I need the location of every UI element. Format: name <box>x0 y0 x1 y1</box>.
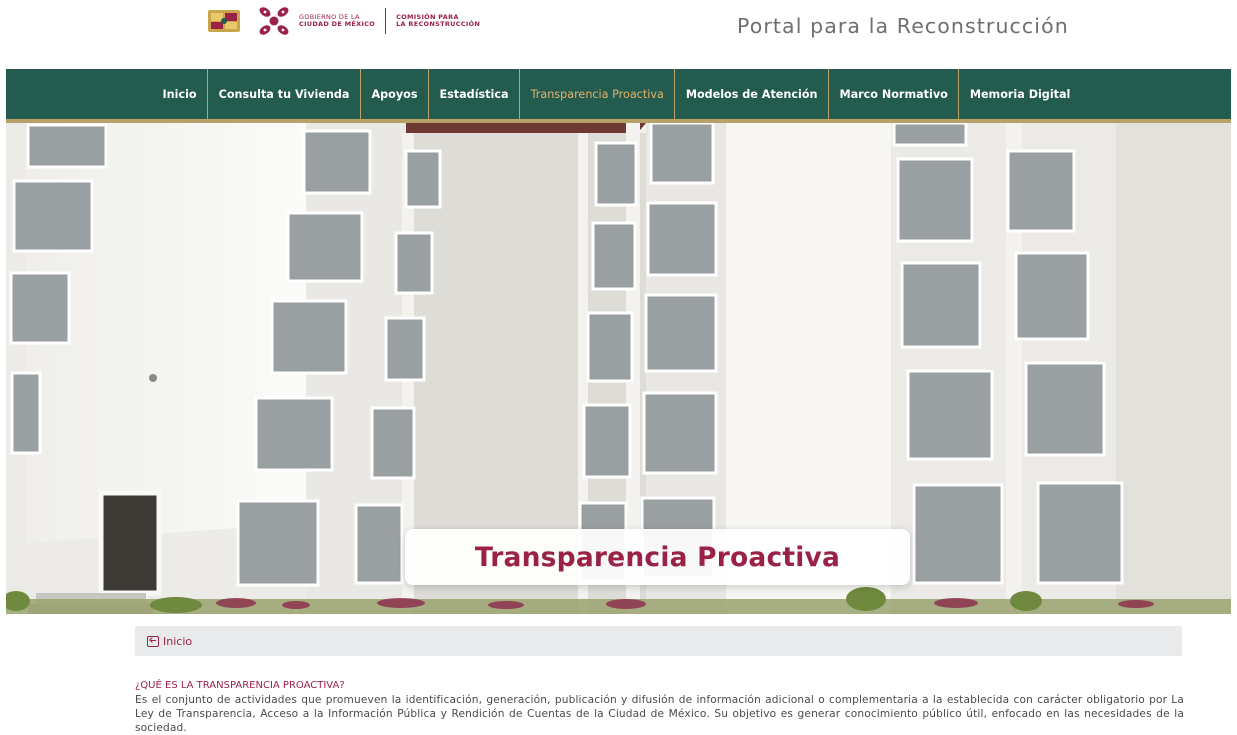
section-heading: ¿QUÉ ES LA TRANSPARENCIA PROACTIVA? <box>135 680 345 691</box>
hero-banner-image: Transparencia Proactiva <box>6 123 1231 614</box>
breadcrumb: Inicio <box>135 626 1182 656</box>
site-header: GOBIERNO DE LA CIUDAD DE MÉXICO COMISIÓN… <box>0 0 1237 69</box>
hero-title-box: Transparencia Proactiva <box>405 529 910 585</box>
hero-title: Transparencia Proactiva <box>474 541 841 573</box>
nav-items: Inicio Consulta tu Vivienda Apoyos Estad… <box>152 69 1081 119</box>
portal-title: Portal para la Reconstrucción <box>737 14 1069 38</box>
logo-divider <box>385 8 387 34</box>
nav-item-apoyos[interactable]: Apoyos <box>359 69 428 119</box>
nav-item-modelos-de-atencion[interactable]: Modelos de Atención <box>674 69 828 119</box>
commission-logo-text: COMISIÓN PARA LA RECONSTRUCCIÓN <box>396 13 481 29</box>
commission-line2: LA RECONSTRUCCIÓN <box>396 20 481 28</box>
section-body-text: Es el conjunto de actividades que promue… <box>135 694 1184 735</box>
nav-item-consulta-tu-vivienda[interactable]: Consulta tu Vivienda <box>207 69 360 119</box>
nav-item-estadistica[interactable]: Estadística <box>427 69 519 119</box>
nav-item-transparencia-proactiva[interactable]: Transparencia Proactiva <box>519 69 674 119</box>
nav-item-marco-normativo[interactable]: Marco Normativo <box>827 69 958 119</box>
cdmx-shield-logo-icon <box>207 9 241 33</box>
cdmx-x-logo-icon <box>255 6 293 36</box>
back-arrow-icon[interactable] <box>147 635 159 647</box>
breadcrumb-link-inicio[interactable]: Inicio <box>163 635 192 648</box>
main-nav: Inicio Consulta tu Vivienda Apoyos Estad… <box>6 69 1231 123</box>
logo-group[interactable]: GOBIERNO DE LA CIUDAD DE MÉXICO COMISIÓN… <box>207 6 481 36</box>
nav-item-inicio[interactable]: Inicio <box>152 69 207 119</box>
gov-logo-text: GOBIERNO DE LA CIUDAD DE MÉXICO <box>299 13 376 29</box>
gov-logo-line2: CIUDAD DE MÉXICO <box>299 20 376 28</box>
nav-item-memoria-digital[interactable]: Memoria Digital <box>958 69 1081 119</box>
